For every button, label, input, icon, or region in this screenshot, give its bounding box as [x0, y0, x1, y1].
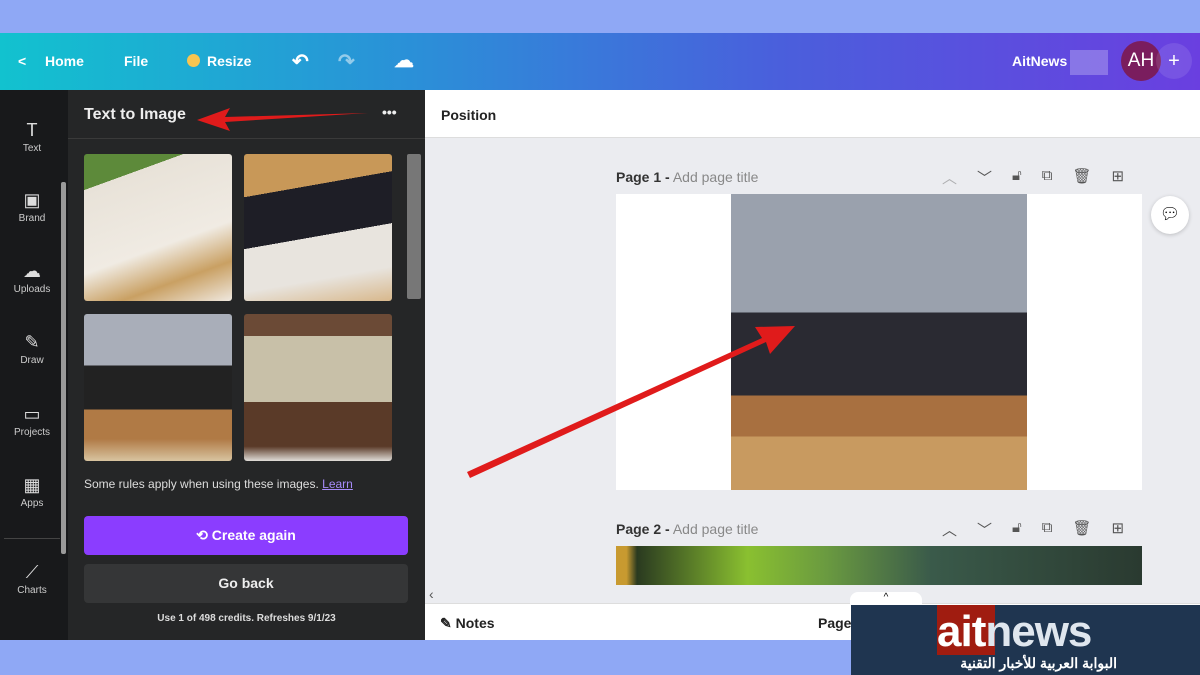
- arrow-to-title: [197, 108, 368, 131]
- arrow-to-image: [467, 326, 795, 478]
- annotation-arrows: [197, 108, 795, 478]
